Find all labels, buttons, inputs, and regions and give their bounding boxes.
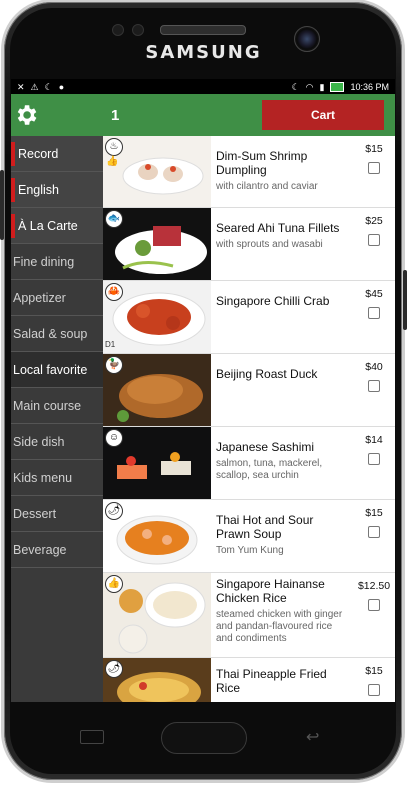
dish-description: steamed chicken with ginger and pandan-f… (216, 609, 343, 644)
thumbs-up-icon: 👍 (105, 575, 123, 593)
sidebar-item-fine-dining[interactable]: Fine dining (11, 244, 103, 280)
power-button (403, 270, 407, 330)
dish-photo: 👍 (103, 573, 211, 657)
dish-name: Japanese Sashimi (216, 440, 315, 454)
volume-button (0, 170, 4, 240)
sidebar-item-kids-menu[interactable]: Kids menu (11, 460, 103, 496)
menu-item[interactable]: 🌶 Thai Hot and Sour Prawn Soup Tom Yum K… (103, 500, 395, 573)
screen: ✕ ⚠ ☾ ● ☾ ◠ ▮ 10:36 PM 1 Cart Record Eng… (11, 79, 395, 702)
dish-photo: 🐟 (103, 208, 211, 280)
select-checkbox[interactable] (368, 526, 380, 538)
dish-name: Dim-Sum Shrimp Dumpling (216, 149, 308, 177)
dish-code: D1 (105, 340, 116, 349)
menu-item[interactable]: 🌶 Thai Pineapple Fried Rice $15 (103, 658, 395, 702)
menu-item[interactable]: 👍 Singapore Hainanse Chicken Rice steame… (103, 573, 395, 658)
category-sidebar: Record English À La Carte Fine dining Ap… (11, 136, 103, 702)
dish-price: $25 (365, 215, 383, 227)
dish-photo: 🦆 (103, 354, 211, 426)
menu-item[interactable]: 🦀 D1 Singapore Chilli Crab $45 (103, 281, 395, 354)
cart-button[interactable]: Cart (262, 100, 384, 130)
status-bar: ✕ ⚠ ☾ ● ☾ ◠ ▮ 10:36 PM (11, 79, 395, 94)
home-button[interactable] (161, 722, 247, 754)
select-checkbox[interactable] (368, 453, 380, 465)
fish-icon: 🐟 (105, 210, 123, 228)
dish-description: with sprouts and wasabi (216, 239, 323, 250)
back-key-icon[interactable]: ↩ (306, 727, 319, 747)
dish-price: $12.50 (357, 580, 391, 592)
menu-item[interactable]: 🐟 Seared Ahi Tuna Fillets with sprouts a… (103, 208, 395, 281)
gear-icon[interactable] (13, 102, 39, 128)
select-checkbox[interactable] (368, 380, 380, 392)
dish-photo: 🌶 (103, 500, 211, 572)
moon-icon: ☾ (44, 81, 53, 92)
crab-icon: 🦀 (105, 283, 123, 301)
dish-photo: 🦀 D1 (103, 281, 211, 353)
dish-name: Thai Hot and Sour Prawn Soup (216, 513, 314, 541)
wifi-icon: ◠ (305, 81, 314, 92)
duck-icon: 🦆 (105, 356, 123, 374)
sidebar-item-a-la-carte[interactable]: À La Carte (11, 208, 103, 244)
select-checkbox[interactable] (368, 307, 380, 319)
sidebar-item-local-favorite[interactable]: Local favorite (11, 352, 103, 388)
dish-photo: ☺ (103, 427, 211, 499)
dish-description: with cilantro and caviar (216, 181, 318, 192)
sidebar-item-appetizer[interactable]: Appetizer (11, 280, 103, 316)
sidebar-item-dessert[interactable]: Dessert (11, 496, 103, 532)
menu-list: ♨ 👍 Dim-Sum Shrimp Dumpling with cilantr… (103, 136, 395, 702)
table-number: 1 (111, 107, 120, 124)
dnd-moon-icon: ☾ (291, 81, 300, 92)
battery-icon (330, 81, 345, 92)
select-checkbox[interactable] (368, 162, 380, 174)
recent-apps-key[interactable] (80, 730, 104, 744)
dish-name: Seared Ahi Tuna Fillets (216, 221, 340, 235)
earpiece-speaker (160, 25, 246, 35)
dish-name: Singapore Hainanse Chicken Rice (216, 577, 325, 605)
dish-price: $45 (365, 288, 383, 300)
location-pin-icon: ● (58, 81, 65, 92)
sidebar-item-side-dish[interactable]: Side dish (11, 424, 103, 460)
brand-logo: SAMSUNG (145, 42, 262, 63)
dish-photo: ♨ 👍 (103, 136, 211, 207)
light-sensor (132, 24, 144, 36)
menu-item[interactable]: ♨ 👍 Dim-Sum Shrimp Dumpling with cilantr… (103, 136, 395, 208)
chef-hat-icon: ♨ (105, 138, 123, 156)
thumbs-up-icon: 👍 (106, 156, 119, 167)
dish-name: Beijing Roast Duck (216, 367, 318, 381)
top-bar: 1 Cart (11, 94, 395, 136)
clock-time: 10:36 PM (350, 81, 389, 92)
dish-price: $15 (365, 665, 383, 677)
dish-name: Thai Pineapple Fried Rice (216, 667, 327, 695)
dish-price: $15 (365, 507, 383, 519)
select-checkbox[interactable] (368, 234, 380, 246)
dish-photo: 🌶 (103, 658, 211, 702)
dish-price: $15 (365, 143, 383, 155)
sidebar-item-main-course[interactable]: Main course (11, 388, 103, 424)
sidebar-item-record[interactable]: Record (11, 136, 103, 172)
warning-icon: ⚠ (30, 81, 39, 92)
chili-icon: 🌶 (105, 502, 123, 520)
sim-icon: ▮ (319, 81, 325, 92)
dish-description: Tom Yum Kung (216, 545, 284, 556)
dish-price: $40 (365, 361, 383, 373)
sidebar-item-salad-soup[interactable]: Salad & soup (11, 316, 103, 352)
select-checkbox[interactable] (368, 684, 380, 696)
menu-item[interactable]: 🦆 Beijing Roast Duck $40 (103, 354, 395, 427)
dish-price: $14 (365, 434, 383, 446)
sidebar-item-beverage[interactable]: Beverage (11, 532, 103, 568)
missed-call-icon: ✕ (17, 81, 25, 92)
chili-icon: 🌶 (105, 660, 123, 678)
proximity-sensor (112, 24, 124, 36)
sidebar-item-language[interactable]: English (11, 172, 103, 208)
select-checkbox[interactable] (368, 599, 380, 611)
chef-icon: ☺ (105, 429, 123, 447)
dish-name: Singapore Chilli Crab (216, 294, 330, 308)
dish-description: salmon, tuna, mackerel, scallop, sea urc… (216, 458, 323, 481)
menu-item[interactable]: ☺ Japanese Sashimi salmon, tuna, mackere… (103, 427, 395, 500)
